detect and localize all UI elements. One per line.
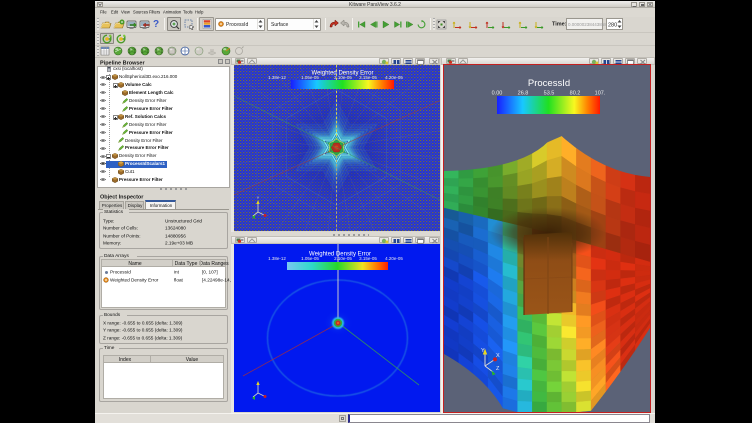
svg-text:ProcessId: ProcessId — [528, 78, 570, 89]
svg-text:80.2: 80.2 — [570, 91, 581, 97]
svg-text:0.00: 0.00 — [492, 91, 503, 97]
svg-text:1.38e-12: 1.38e-12 — [268, 75, 286, 80]
svg-text:X: X — [496, 353, 500, 359]
svg-text:1.38e-12: 1.38e-12 — [268, 256, 286, 261]
svg-text:4.20e-05: 4.20e-05 — [385, 256, 403, 261]
svg-text:53.5: 53.5 — [544, 91, 555, 97]
svg-text:Y: Y — [481, 348, 485, 354]
svg-text:Y: Y — [257, 195, 260, 200]
svg-text:107.: 107. — [595, 91, 606, 97]
svg-text:3.15e-05: 3.15e-05 — [359, 256, 377, 261]
svg-text:1.05e-05: 1.05e-05 — [301, 75, 319, 80]
svg-text:2.10e-05: 2.10e-05 — [334, 75, 352, 80]
svg-text:2.10e-05: 2.10e-05 — [334, 256, 352, 261]
svg-text:26.8: 26.8 — [518, 91, 529, 97]
svg-text:3.15e-05: 3.15e-05 — [359, 75, 377, 80]
svg-text:4.20e-05: 4.20e-05 — [385, 75, 403, 80]
svg-text:1.05e-05: 1.05e-05 — [301, 256, 319, 261]
